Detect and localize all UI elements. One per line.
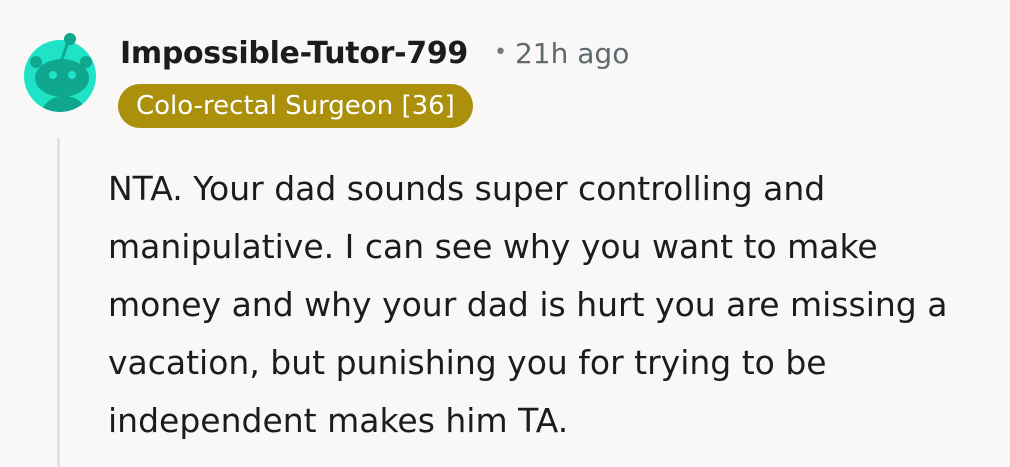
username-link[interactable]: Impossible-Tutor-799 [120, 36, 468, 71]
meta-separator: • [494, 40, 507, 65]
comment-header: Impossible-Tutor-799 • 21h ago [120, 30, 629, 76]
comment-body: NTA. Your dad sounds super controlling a… [108, 169, 948, 440]
user-avatar[interactable] [22, 22, 98, 114]
thread-collapse-line[interactable] [57, 138, 60, 467]
comment-timestamp[interactable]: 21h ago [515, 37, 629, 70]
reddit-snoo-avatar-icon [24, 33, 96, 112]
user-flair-badge: Colo-rectal Surgeon [36] [118, 84, 473, 128]
